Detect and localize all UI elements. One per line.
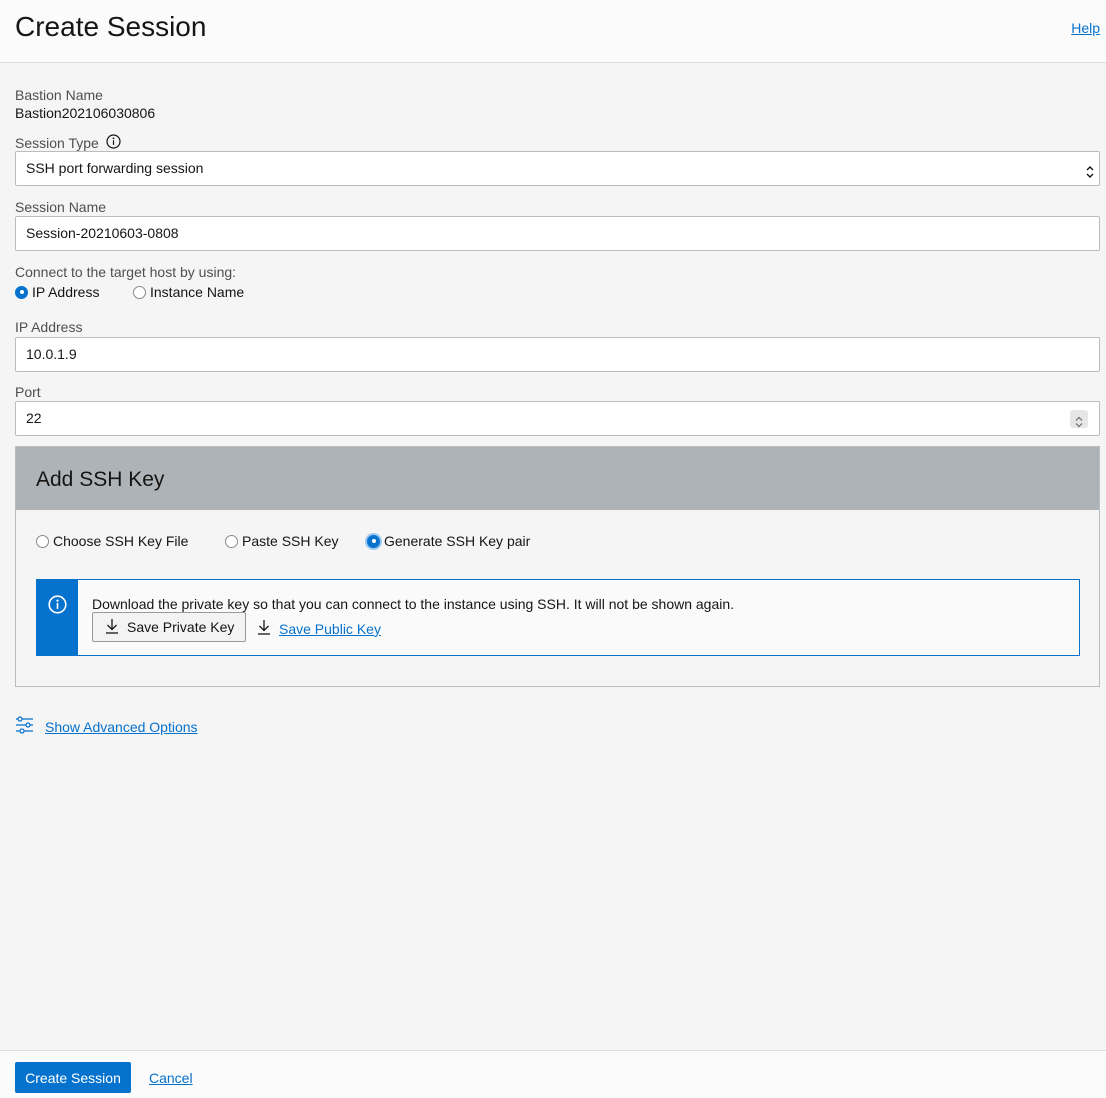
cancel-link[interactable]: Cancel bbox=[149, 1070, 193, 1086]
radio-paste-ssh-key[interactable]: Paste SSH Key bbox=[225, 533, 339, 549]
page-title: Create Session bbox=[15, 11, 207, 42]
page-footer: Create Session Cancel bbox=[0, 1050, 1106, 1098]
radio-selected-icon[interactable] bbox=[15, 285, 28, 299]
select-arrows-icon bbox=[1085, 160, 1095, 178]
radio-label: IP Address bbox=[32, 284, 100, 300]
save-public-key-link[interactable]: Save Public Key bbox=[257, 619, 381, 638]
info-icon[interactable] bbox=[106, 134, 121, 152]
radio-selected-icon[interactable] bbox=[367, 534, 380, 548]
session-type-select[interactable]: SSH port forwarding session bbox=[15, 151, 1100, 186]
radio-unselected-icon[interactable] bbox=[133, 285, 146, 299]
ip-address-label: IP Address bbox=[15, 319, 83, 335]
create-session-button[interactable]: Create Session bbox=[15, 1062, 131, 1093]
save-private-key-button[interactable]: Save Private Key bbox=[92, 612, 246, 642]
show-advanced-options-label: Show Advanced Options bbox=[45, 718, 198, 735]
info-strip bbox=[37, 580, 78, 655]
bastion-name-value: Bastion202106030806 bbox=[15, 105, 156, 121]
ssh-key-panel: Add SSH Key Choose SSH Key File Paste SS… bbox=[15, 446, 1100, 687]
session-type-label-row: Session Type bbox=[15, 134, 121, 152]
ssh-key-title: Add SSH Key bbox=[36, 468, 165, 491]
bastion-name-label: Bastion Name bbox=[15, 87, 103, 103]
radio-label: Paste SSH Key bbox=[242, 533, 339, 549]
radio-unselected-icon[interactable] bbox=[36, 534, 49, 548]
radio-choose-ssh-key-file[interactable]: Choose SSH Key File bbox=[36, 533, 188, 549]
save-public-key-label: Save Public Key bbox=[279, 620, 381, 637]
radio-ip-address[interactable]: IP Address bbox=[15, 284, 99, 300]
radio-label: Generate SSH Key pair bbox=[384, 533, 531, 549]
session-type-label: Session Type bbox=[15, 135, 99, 151]
session-name-label: Session Name bbox=[15, 199, 107, 215]
help-link[interactable]: Help bbox=[1071, 20, 1100, 36]
ip-address-input[interactable]: 10.0.1.9 bbox=[15, 337, 1100, 372]
radio-label: Choose SSH Key File bbox=[53, 533, 189, 549]
save-private-key-label: Save Private Key bbox=[127, 619, 235, 635]
download-icon bbox=[105, 618, 119, 637]
session-name-value: Session-20210603-0808 bbox=[26, 225, 179, 241]
stepper-icon[interactable] bbox=[1070, 410, 1088, 428]
port-label: Port bbox=[15, 384, 41, 400]
sliders-icon bbox=[15, 716, 34, 737]
info-icon bbox=[48, 595, 67, 619]
radio-generate-ssh-key-pair[interactable]: Generate SSH Key pair bbox=[367, 533, 530, 549]
connect-label: Connect to the target host by using: bbox=[15, 264, 237, 280]
info-message-box: Download the private key so that you can… bbox=[36, 579, 1080, 656]
ip-address-value: 10.0.1.9 bbox=[26, 346, 77, 362]
info-message-text: Download the private key so that you can… bbox=[92, 596, 735, 612]
port-value: 22 bbox=[26, 410, 42, 426]
page-header: Create Session Help bbox=[0, 0, 1106, 63]
session-name-input[interactable]: Session-20210603-0808 bbox=[15, 216, 1100, 251]
radio-unselected-icon[interactable] bbox=[225, 534, 238, 548]
show-advanced-options-link[interactable]: Show Advanced Options bbox=[15, 716, 198, 737]
port-input[interactable]: 22 bbox=[15, 401, 1100, 436]
download-icon bbox=[257, 619, 271, 638]
session-type-value: SSH port forwarding session bbox=[26, 160, 204, 176]
radio-label: Instance Name bbox=[150, 284, 245, 300]
ssh-key-panel-header: Add SSH Key bbox=[16, 447, 1099, 510]
radio-instance-name[interactable]: Instance Name bbox=[133, 284, 244, 300]
